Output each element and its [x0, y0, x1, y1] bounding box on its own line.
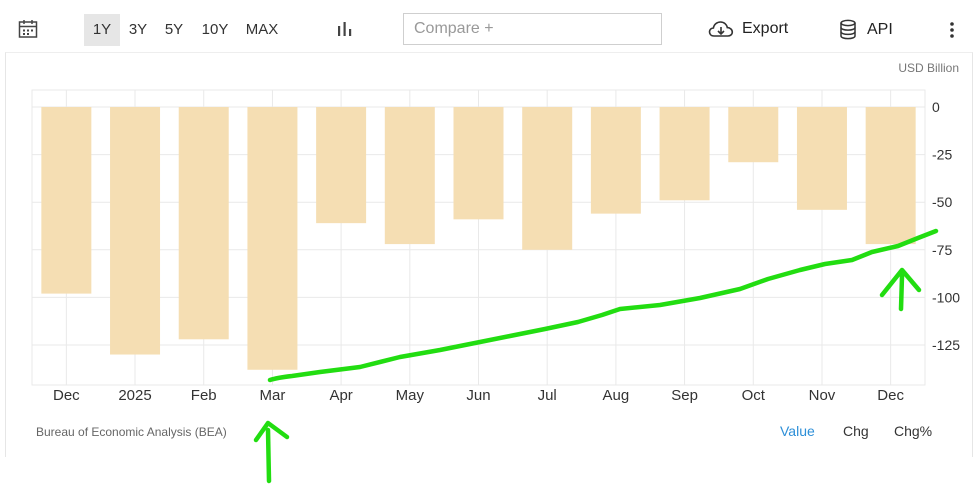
bar-3[interactable]: [247, 107, 298, 370]
y-tick-label: -100: [932, 289, 960, 305]
y-tick-label: -25: [932, 147, 952, 163]
bar-1[interactable]: [110, 107, 161, 355]
bar-2[interactable]: [178, 107, 229, 340]
y-tick-label: -125: [932, 337, 960, 353]
trend-annotation-line: [267, 228, 939, 383]
bar-8[interactable]: [590, 107, 641, 214]
bar-7[interactable]: [522, 107, 573, 250]
y-tick-label: -50: [932, 194, 952, 210]
x-tick-label: May: [396, 387, 425, 404]
x-tick-label: Oct: [742, 387, 766, 404]
y-tick-label: -75: [932, 242, 952, 258]
x-tick-label: Aug: [603, 387, 630, 404]
source-label: Bureau of Economic Analysis (BEA): [36, 425, 227, 439]
x-tick-label: Dec: [53, 387, 80, 404]
x-tick-label: Jun: [466, 387, 490, 404]
x-tick-label: 2025: [118, 387, 151, 404]
bar-11[interactable]: [796, 107, 847, 210]
x-tick-label: Feb: [191, 387, 217, 404]
bar-chart: 0 -25 -50 -75 -100 -125 Dec 2025 Feb Mar Apr May Ju…: [31, 89, 960, 484]
green-annotation: [253, 228, 939, 484]
bar-9[interactable]: [659, 107, 710, 201]
mode-chg-percent-button[interactable]: Chg%: [894, 423, 932, 439]
arrow-up-dec: [879, 267, 922, 312]
bar-6[interactable]: [453, 107, 504, 220]
x-tick-label: Mar: [260, 387, 286, 404]
mode-chg-button[interactable]: Chg: [843, 423, 869, 439]
y-tick-label: 0: [932, 99, 940, 115]
bar-10[interactable]: [728, 107, 779, 163]
x-tick-label: Apr: [329, 387, 352, 404]
x-tick-label: Jul: [538, 387, 557, 404]
x-tick-label: Dec: [877, 387, 904, 404]
bar-0[interactable]: [41, 107, 92, 294]
bar-5[interactable]: [384, 107, 435, 245]
x-tick-label: Sep: [671, 387, 698, 404]
mode-value-button[interactable]: Value: [780, 423, 815, 439]
bar-4[interactable]: [316, 107, 367, 224]
x-tick-label: Nov: [809, 387, 836, 404]
arrow-up-mar: [253, 420, 290, 484]
bar-12[interactable]: [865, 107, 916, 245]
